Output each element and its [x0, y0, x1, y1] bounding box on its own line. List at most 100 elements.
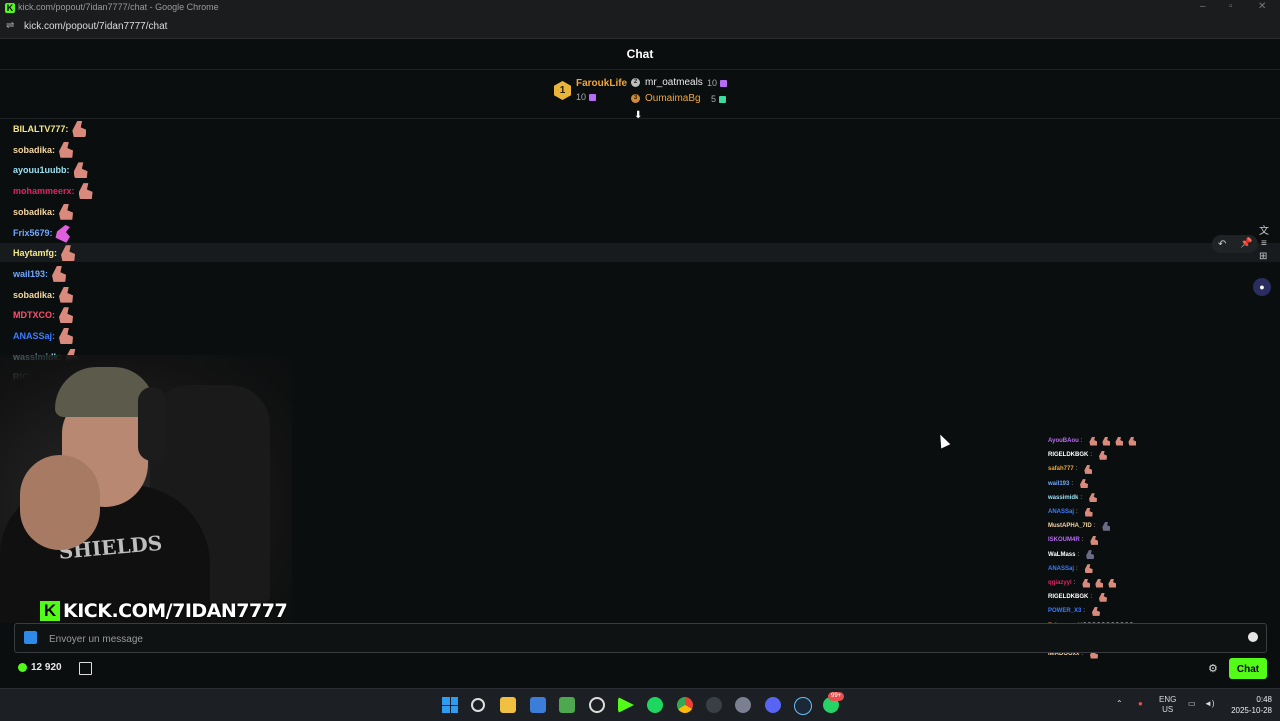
chat-message[interactable]: wail193:: [13, 264, 67, 284]
send-chat-button[interactable]: Chat: [1229, 658, 1267, 679]
reply-icon[interactable]: ↶: [1218, 239, 1226, 250]
settings-app-icon[interactable]: [735, 697, 751, 713]
leaderboard-third-name[interactable]: OumaimaBg: [645, 93, 701, 104]
overlay-colon: :: [1076, 565, 1078, 572]
app-icon[interactable]: [559, 697, 575, 713]
leaderboard-second-name[interactable]: mr_oatmeals: [645, 77, 703, 88]
translate-icon[interactable]: 文: [1259, 222, 1269, 237]
chat-username[interactable]: ANASSaj:: [13, 331, 55, 341]
chat-username[interactable]: sobadika:: [13, 145, 55, 155]
overlay-emote-icon: [1082, 578, 1091, 588]
emoji-icon[interactable]: [1248, 632, 1258, 642]
emote-picker-icon[interactable]: [24, 631, 37, 644]
store-icon[interactable]: [79, 662, 92, 675]
store-app-icon[interactable]: [530, 697, 546, 713]
leaderboard-first-count-value: 10: [576, 92, 587, 102]
emote-icon: [72, 121, 87, 137]
volume-icon[interactable]: ◄): [1204, 699, 1215, 708]
minimize-icon[interactable]: –: [1200, 1, 1206, 12]
overlay-emote-icon: [1086, 550, 1095, 560]
windows-start-icon[interactable]: [442, 697, 458, 713]
chat-header: Chat: [0, 38, 1280, 70]
chat-message[interactable]: sobadika:: [13, 285, 74, 305]
overlay-colon: :: [1075, 466, 1078, 473]
emote-icon: [59, 286, 74, 303]
region-code: US: [1162, 705, 1174, 714]
chat-username[interactable]: sobadika:: [13, 290, 55, 300]
chat-username[interactable]: mohammeerx:: [13, 186, 75, 196]
site-settings-icon[interactable]: ⇌: [6, 20, 14, 31]
grid-icon[interactable]: ⊞: [1259, 251, 1267, 262]
chat-message[interactable]: BILALTV777:: [13, 119, 87, 139]
overlay-emote-icon: [1095, 578, 1104, 588]
spotify-icon[interactable]: [647, 697, 663, 713]
chrome-icon[interactable]: [677, 697, 693, 713]
leaderboard-first-name[interactable]: FaroukLife: [576, 78, 627, 89]
chat-title: Chat: [626, 47, 654, 61]
overlay-colon: :: [1080, 494, 1083, 501]
chat-username[interactable]: Frix5679:: [13, 228, 53, 238]
emote-icon: [59, 328, 74, 344]
rank-3-badge: 3: [631, 94, 640, 103]
emote-icon: [78, 183, 93, 200]
emote-icon: [59, 141, 74, 158]
overlay-emote-icon: [1090, 535, 1099, 545]
chat-username[interactable]: ayouu1uubb:: [13, 165, 70, 175]
steam-icon[interactable]: [794, 697, 812, 715]
webcam-overlay: SHIELDS: [0, 355, 292, 623]
pin-icon[interactable]: 📌: [1240, 238, 1252, 249]
chat-message[interactable]: sobadika:: [13, 202, 74, 222]
tray-overflow-icon[interactable]: ⌃: [1116, 699, 1123, 708]
overlay-chat-row: qgiazyyl:: [1048, 577, 1117, 589]
overlay-colon: :: [1090, 452, 1093, 459]
overlay-emote-icon: [1102, 436, 1111, 446]
system-clock[interactable]: 0:48 2025-10-28: [1231, 694, 1272, 716]
overlay-emote-icon: [1089, 493, 1098, 503]
chat-message[interactable]: mohammeerx:: [13, 181, 93, 201]
overlay-emote-icon: [1092, 606, 1101, 616]
overlay-emote-icon: [1099, 450, 1108, 460]
gear-icon[interactable]: ⚙: [1208, 662, 1218, 675]
overlay-emote-icon: [1128, 436, 1137, 446]
chat-message[interactable]: Frix5679:: [13, 223, 71, 243]
menu-icon[interactable]: ≡: [1261, 238, 1267, 249]
network-icon[interactable]: ▭: [1188, 699, 1196, 708]
obs-icon[interactable]: [589, 697, 605, 713]
chat-username[interactable]: sobadika:: [13, 207, 55, 217]
address-bar: ⇌ kick.com/popout/7idan7777/chat: [0, 16, 1280, 39]
chat-username[interactable]: BILALTV777:: [13, 124, 68, 134]
leaderboard-second-count-value: 10: [707, 78, 718, 88]
message-input[interactable]: [47, 629, 1231, 649]
overlay-chat-row: ISKOUM4R:: [1048, 534, 1099, 546]
highlighted-message-row: [0, 243, 1280, 262]
chat-username[interactable]: Haytamfg:: [13, 248, 57, 258]
recording-icon[interactable]: [706, 697, 722, 713]
language-indicator[interactable]: ENG US: [1159, 695, 1176, 715]
overlay-colon: :: [1071, 480, 1074, 487]
search-icon[interactable]: [471, 698, 485, 712]
kick-app-icon[interactable]: [618, 697, 634, 713]
bot-icon[interactable]: ●: [1253, 278, 1271, 296]
discord-icon[interactable]: [765, 697, 781, 713]
mic-icon[interactable]: ●: [1138, 699, 1143, 708]
url-text[interactable]: kick.com/popout/7idan7777/chat: [24, 21, 167, 32]
maximize-icon[interactable]: ▫: [1229, 1, 1233, 12]
chat-username[interactable]: MDTXCO:: [13, 310, 55, 320]
rank-2-badge: 2: [631, 78, 640, 87]
close-icon[interactable]: ✕: [1258, 1, 1266, 12]
chat-message[interactable]: MDTXCO:: [13, 305, 73, 325]
overlay-chat-row: safah777:: [1048, 463, 1093, 475]
viewer-count-value: 12 920: [31, 662, 62, 673]
chat-message[interactable]: ANASSaj:: [13, 326, 74, 346]
chat-message[interactable]: sobadika:: [13, 140, 74, 160]
chat-message[interactable]: Haytamfg:: [13, 243, 76, 263]
overlay-chat-row: POWER_X3:: [1048, 605, 1101, 617]
viewers-icon: [18, 663, 27, 672]
chat-message[interactable]: ayouu1uubb:: [13, 160, 88, 180]
overlay-username: safah777: [1048, 466, 1074, 473]
viewer-count: 12 920: [18, 662, 62, 673]
chat-username[interactable]: wail193:: [13, 269, 48, 279]
overlay-colon: :: [1080, 438, 1083, 444]
file-explorer-icon[interactable]: [500, 697, 516, 713]
overlay-emote-icon: [1084, 564, 1093, 574]
